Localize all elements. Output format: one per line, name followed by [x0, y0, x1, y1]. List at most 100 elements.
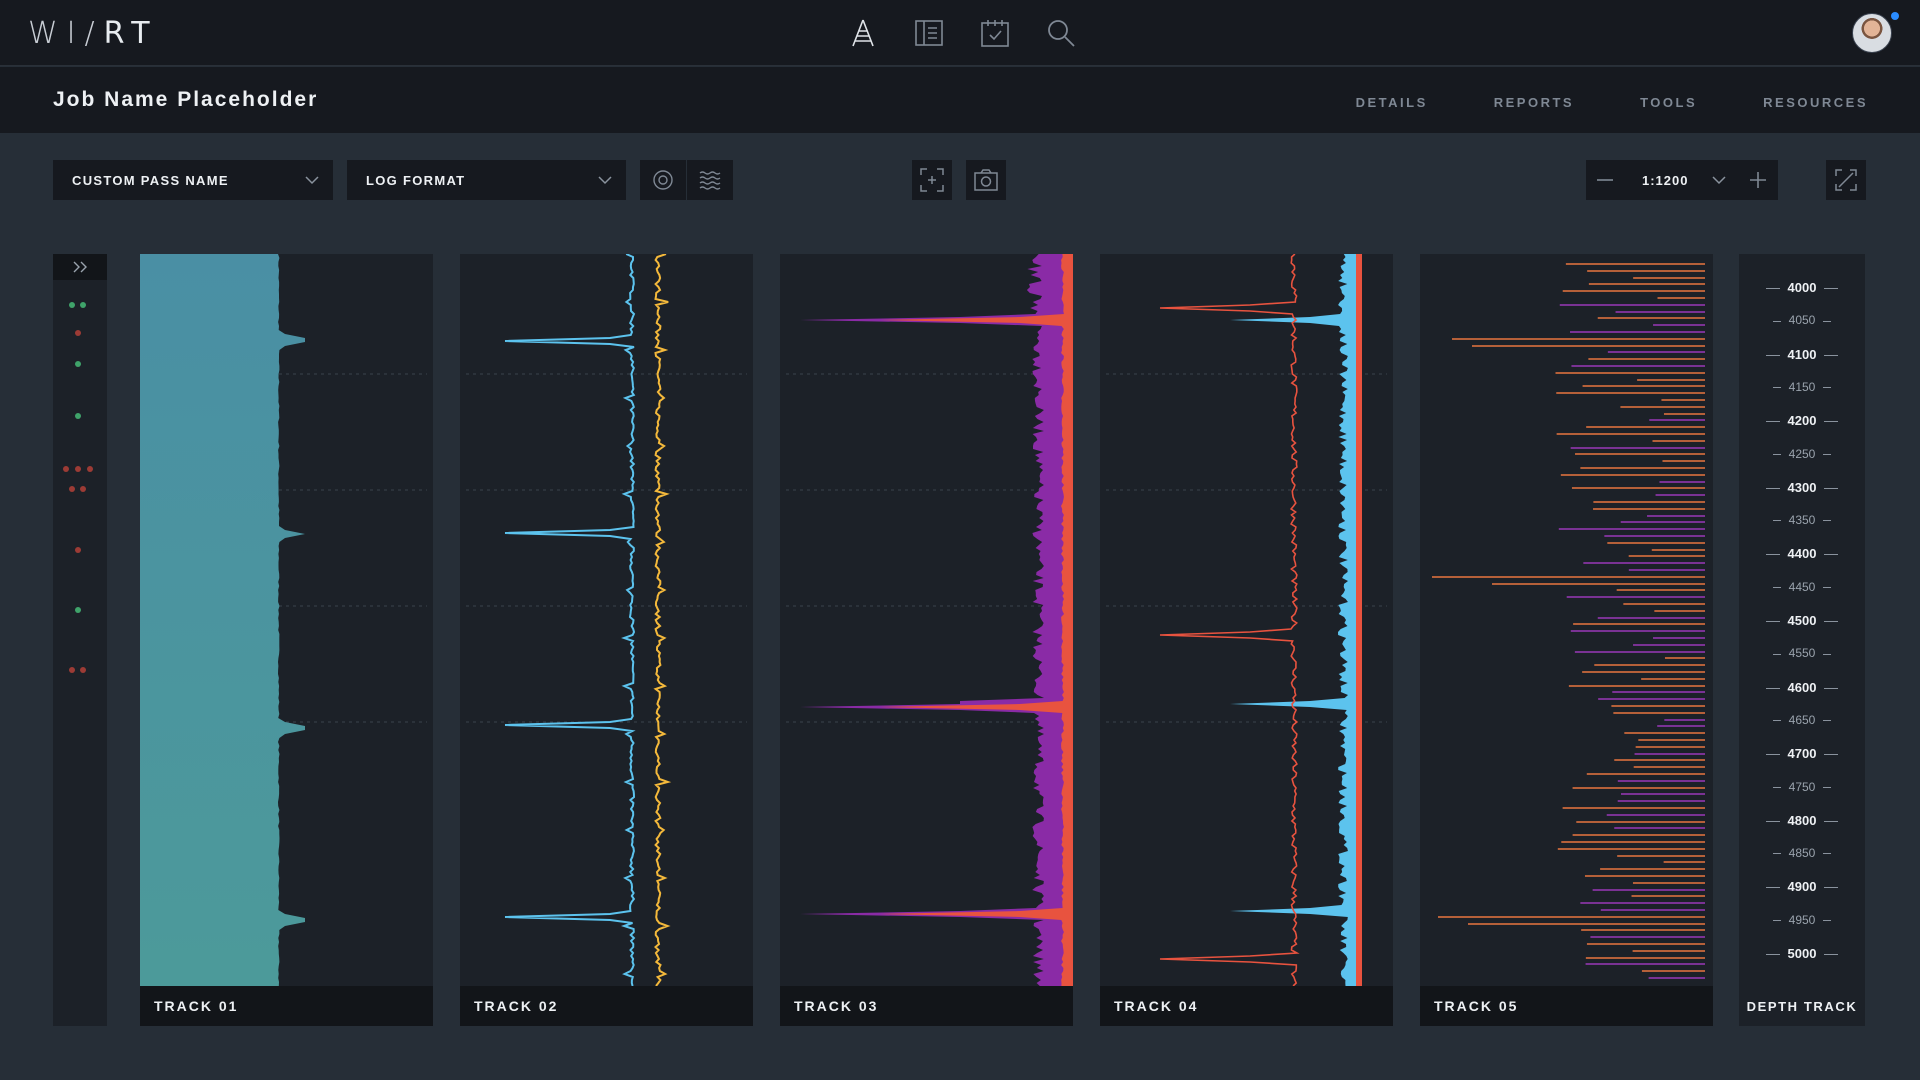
- track-03-purple-area: [800, 254, 1073, 986]
- target-icon: [653, 170, 673, 190]
- depth-tick: 4650: [1739, 713, 1865, 729]
- user-avatar[interactable]: [1852, 13, 1892, 53]
- depth-tick: 4000: [1739, 280, 1865, 296]
- snapshot-button[interactable]: [966, 160, 1006, 200]
- depth-track-label: DEPTH TRACK: [1746, 999, 1858, 1014]
- track-label: TRACK 01: [140, 986, 433, 1026]
- zoom-out-icon: [1597, 179, 1613, 181]
- track-02-curve-yellow: [653, 254, 672, 986]
- chevron-down-icon: [305, 176, 319, 185]
- track-05-plot: [1432, 263, 1705, 979]
- event-marker-dot: [75, 413, 81, 419]
- event-marker-dot: [80, 302, 86, 308]
- depth-tick-label: 4100: [1787, 346, 1817, 362]
- checklist-icon[interactable]: [978, 16, 1012, 50]
- pass-select[interactable]: CUSTOM PASS NAME: [53, 160, 333, 200]
- track-02-curve-cyan: [504, 254, 636, 986]
- expand-sidebar-button[interactable]: [53, 254, 107, 280]
- fullscreen-button[interactable]: [1826, 160, 1866, 200]
- app-logo[interactable]: WI/RT: [28, 16, 159, 51]
- depth-tick-label: 4150: [1788, 379, 1816, 394]
- depth-tick: 4200: [1739, 413, 1865, 429]
- zoom-value: 1:1200: [1642, 172, 1689, 188]
- job-nav: DETAILS REPORTS TOOLS RESOURCES: [1356, 95, 1868, 110]
- job-header: Job Name Placeholder DETAILS REPORTS TOO…: [0, 67, 1920, 133]
- format-select-value: LOG FORMAT: [366, 172, 466, 188]
- rig-tower-icon[interactable]: [846, 16, 880, 50]
- depth-tick-label: 4250: [1788, 446, 1816, 461]
- track-03[interactable]: TRACK 03: [780, 254, 1073, 1026]
- depth-tick-label: 4550: [1788, 646, 1816, 661]
- track-04-red-bar: [1356, 254, 1362, 986]
- depth-tick-label: 4450: [1788, 579, 1816, 594]
- zoom-out-button[interactable]: [1586, 160, 1624, 200]
- depth-track[interactable]: 4000 4050 4100 4150 4200 4250 4300 4350 4400 4450…: [1739, 254, 1865, 1026]
- track-01[interactable]: TRACK 01: [140, 254, 433, 1026]
- depth-tick-label: 4400: [1787, 546, 1817, 562]
- depth-tick-label: 4750: [1788, 779, 1816, 794]
- zoom-select[interactable]: 1:1200: [1624, 160, 1738, 200]
- depth-tick-label: 4800: [1787, 812, 1817, 828]
- page-title: Job Name Placeholder: [53, 88, 319, 111]
- chevron-down-icon: [1712, 176, 1726, 185]
- event-marker-dot: [69, 667, 75, 673]
- waves-icon: [699, 171, 721, 190]
- search-icon[interactable]: [1044, 16, 1078, 50]
- event-marker-dot: [75, 361, 81, 367]
- document-icon[interactable]: [912, 16, 946, 50]
- waves-view-button[interactable]: [687, 160, 733, 200]
- depth-tick-label: 4600: [1787, 679, 1817, 695]
- track-04[interactable]: TRACK 04: [1100, 254, 1393, 1026]
- double-chevron-right-icon: [73, 261, 87, 273]
- event-marker-dot: [87, 466, 93, 472]
- depth-tick-label: 4000: [1787, 280, 1817, 295]
- event-marker-dot: [75, 607, 81, 613]
- event-marker-dot: [75, 330, 81, 336]
- nav-resources[interactable]: RESOURCES: [1763, 95, 1868, 110]
- depth-tick: 4300: [1739, 480, 1865, 496]
- nav-tools[interactable]: TOOLS: [1640, 95, 1697, 110]
- depth-tick: 4350: [1739, 513, 1865, 529]
- depth-tick-label: 5000: [1787, 946, 1817, 961]
- track-02[interactable]: TRACK 02: [460, 254, 753, 1026]
- depth-tick: 4550: [1739, 646, 1865, 662]
- nav-details[interactable]: DETAILS: [1356, 95, 1428, 110]
- target-view-button[interactable]: [640, 160, 686, 200]
- depth-tick: 4250: [1739, 447, 1865, 463]
- event-marker-dot: [69, 302, 75, 308]
- track-04-plot: [1106, 254, 1387, 986]
- event-marker-dot: [75, 547, 81, 553]
- depth-tick: 4600: [1739, 680, 1865, 696]
- track-label: TRACK 04: [1100, 986, 1393, 1026]
- event-marker-dot: [69, 486, 75, 492]
- depth-tick: 4850: [1739, 846, 1865, 862]
- format-select[interactable]: LOG FORMAT: [347, 160, 626, 200]
- focus-frame-button[interactable]: [912, 160, 952, 200]
- track-05[interactable]: TRACK 05: [1420, 254, 1713, 1026]
- depth-tick: 4700: [1739, 746, 1865, 762]
- depth-tick-label: 4500: [1787, 613, 1817, 628]
- top-nav-icons: [846, 16, 1078, 50]
- chevron-down-icon: [598, 176, 612, 185]
- depth-tick-label: 4650: [1788, 712, 1816, 727]
- notification-dot: [1891, 12, 1899, 20]
- nav-reports[interactable]: REPORTS: [1494, 95, 1574, 110]
- depth-tick: 4750: [1739, 780, 1865, 796]
- track-02-plot: [466, 254, 747, 986]
- depth-tick: 4450: [1739, 580, 1865, 596]
- track-03-plot: [786, 254, 1073, 986]
- track-01-plot: [140, 254, 427, 986]
- zoom-in-icon: [1750, 172, 1766, 188]
- depth-tick: 5000: [1739, 946, 1865, 962]
- event-marker-dot: [80, 667, 86, 673]
- track-sidebar: [53, 254, 107, 1026]
- logo-left: WI/: [28, 16, 104, 51]
- track-04-red-curve: [1159, 254, 1300, 986]
- depth-tick: 4800: [1739, 813, 1865, 829]
- top-bar: WI/RT: [0, 0, 1920, 66]
- zoom-in-button[interactable]: [1738, 160, 1778, 200]
- depth-tick: 4100: [1739, 347, 1865, 363]
- track-label: TRACK 05: [1420, 986, 1713, 1026]
- event-marker-dot: [75, 466, 81, 472]
- depth-tick-label: 4200: [1787, 413, 1817, 429]
